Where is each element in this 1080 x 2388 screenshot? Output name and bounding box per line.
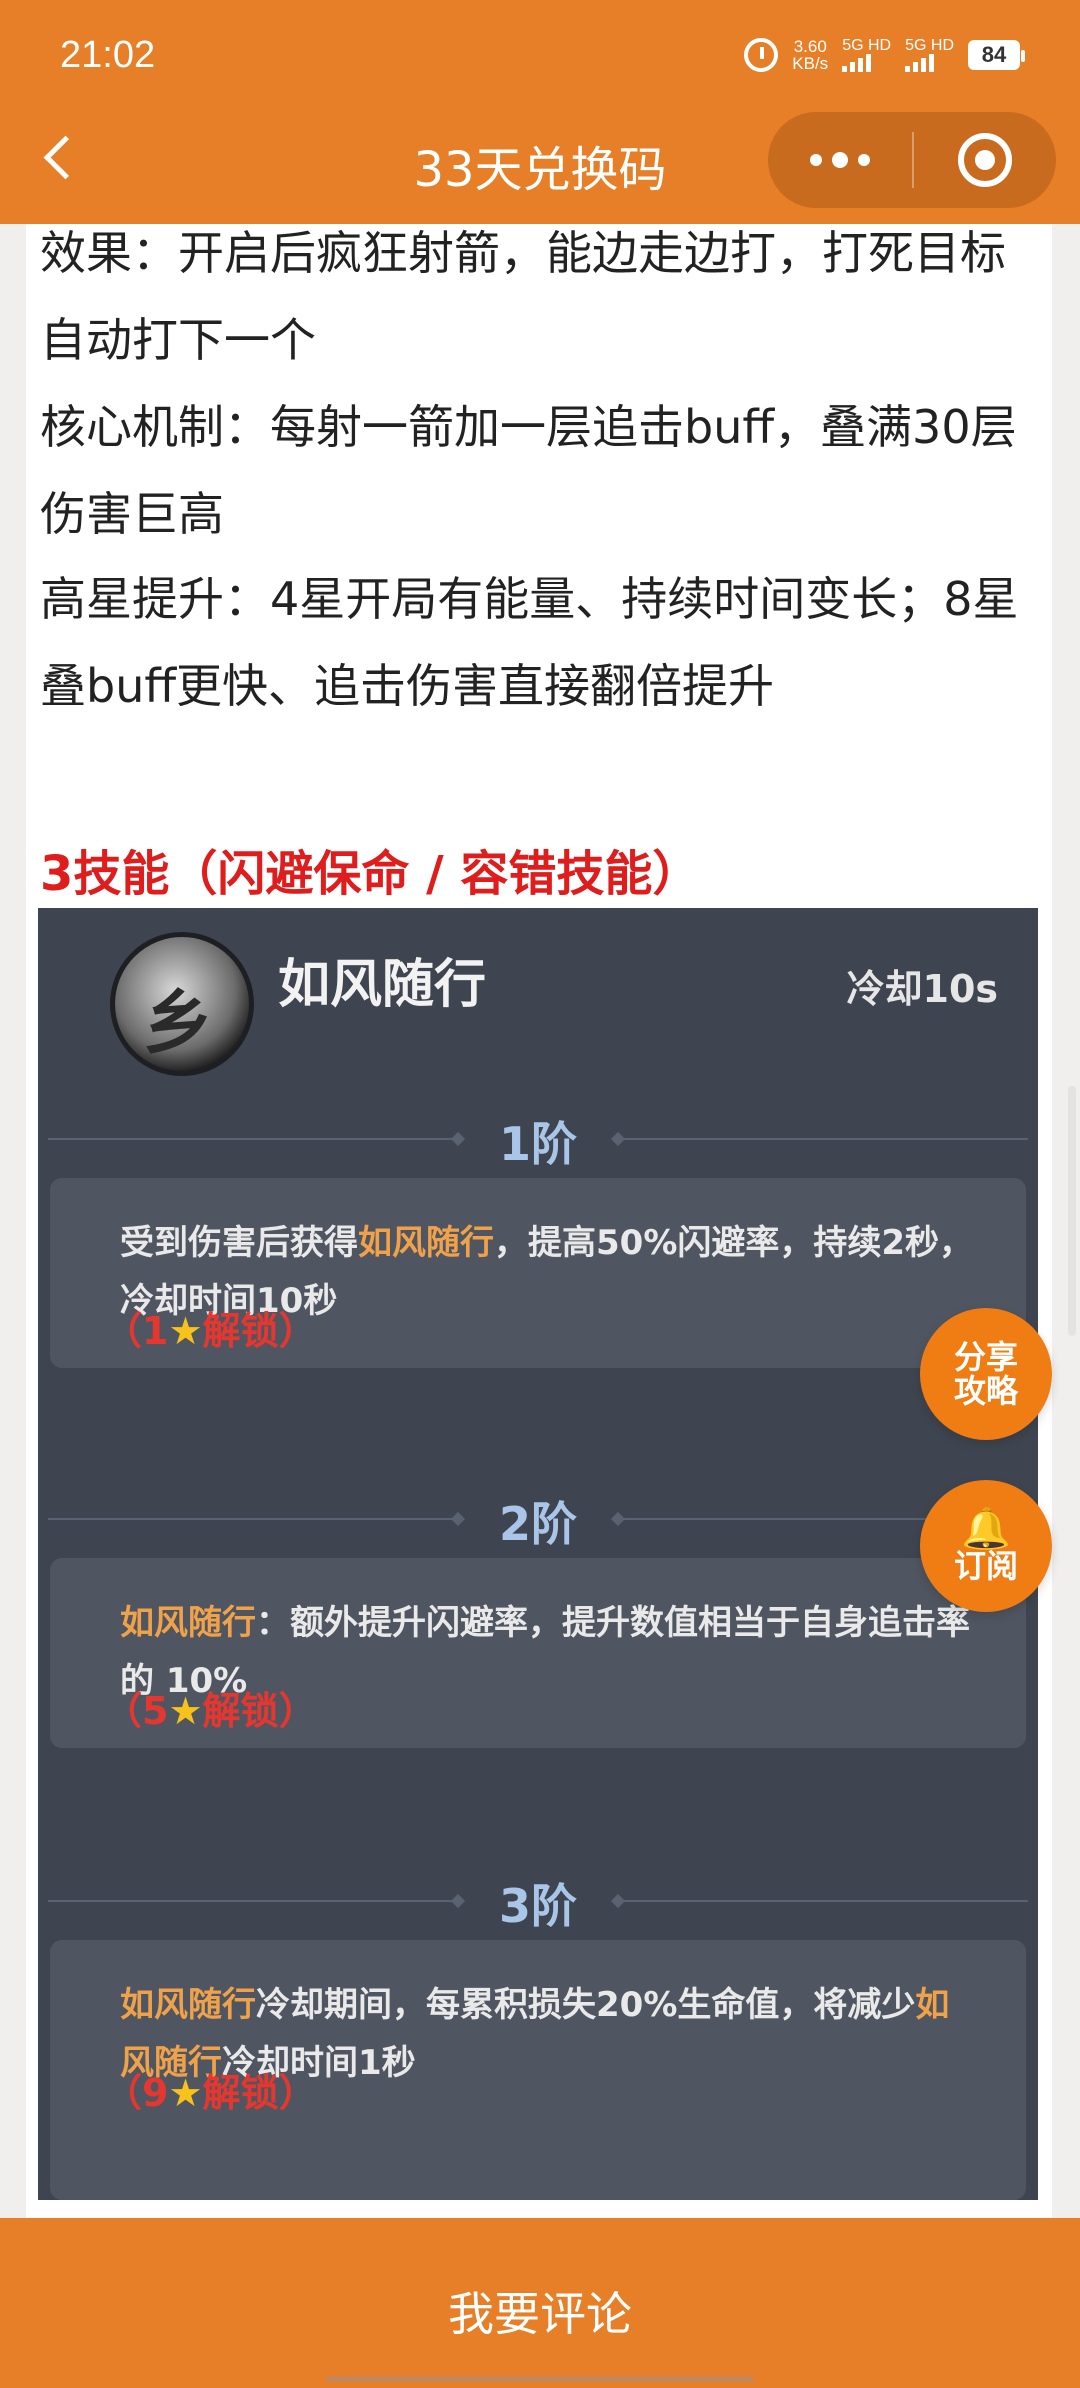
home-indicator[interactable] bbox=[326, 2376, 754, 2382]
tier-label: 3阶 bbox=[498, 1879, 577, 1933]
more-dot-icon bbox=[858, 154, 870, 166]
more-dot-icon bbox=[810, 154, 822, 166]
comment-button[interactable]: 我要评论 bbox=[0, 2278, 1080, 2344]
subscribe-label: 订阅 bbox=[953, 1547, 1018, 1585]
star-icon: ★ bbox=[168, 2071, 203, 2115]
speed-value: 3.60 bbox=[793, 37, 827, 56]
signal-2: 5G HD bbox=[905, 38, 954, 72]
subscribe-button[interactable]: 🔔 订阅 bbox=[920, 1480, 1052, 1612]
section-title: 3技能（闪避保命 / 容错技能） bbox=[40, 846, 701, 902]
signal-bars-icon bbox=[905, 54, 935, 72]
status-time: 21:02 bbox=[60, 34, 156, 76]
paragraph-upgrade: 高星提升：4星开局有能量、持续时间变长；8星叠buff更快、追击伤害直接翻倍提升 bbox=[40, 572, 1019, 713]
status-icons: 3.60 KB/s 5G HD 5G HD 84 bbox=[744, 38, 1025, 72]
star-icon: ★ bbox=[168, 1689, 203, 1733]
tier-label: 1阶 bbox=[498, 1117, 577, 1171]
battery-icon: 84 bbox=[968, 40, 1025, 70]
more-button[interactable] bbox=[768, 112, 912, 208]
unlock-requirement: （9★解锁） bbox=[104, 2071, 317, 2115]
share-guide-button[interactable]: 分享 攻略 bbox=[920, 1308, 1052, 1440]
share-label-2: 攻略 bbox=[953, 1372, 1018, 1410]
unlock-requirement: （1★解锁） bbox=[104, 1309, 317, 1353]
unlock-requirement: （5★解锁） bbox=[104, 1689, 317, 1733]
skill-icon: 乡 bbox=[110, 932, 254, 1076]
target-icon bbox=[958, 133, 1012, 187]
network-speed: 3.60 KB/s bbox=[792, 38, 828, 72]
network-label-2: 5G HD bbox=[905, 37, 954, 54]
footer-bar: 我要评论 bbox=[0, 2218, 1080, 2388]
share-label-1: 分享 bbox=[953, 1338, 1018, 1376]
alarm-icon bbox=[744, 38, 779, 72]
scrollbar[interactable] bbox=[1068, 1086, 1076, 1336]
bell-icon: 🔔 bbox=[961, 1506, 1011, 1552]
tier-label: 2阶 bbox=[498, 1497, 577, 1551]
signal-bars-icon bbox=[842, 54, 872, 72]
signal-1: 5G HD bbox=[842, 38, 891, 72]
paragraph-core: 核心机制：每射一箭加一层追击buff，叠满30层伤害巨高 bbox=[40, 400, 1017, 541]
tier-header-3: 3阶 bbox=[38, 1870, 1038, 1933]
tier-header-1: 1阶 bbox=[38, 1108, 1038, 1171]
network-label-1: 5G HD bbox=[842, 37, 892, 54]
more-dot-icon bbox=[832, 152, 848, 168]
paragraph-effect: 效果：开启后疯狂射箭，能边走边打，打死目标自动打下一个 bbox=[40, 226, 1006, 367]
close-miniapp-button[interactable] bbox=[914, 112, 1056, 208]
star-icon: ★ bbox=[168, 1309, 203, 1353]
skill-name: 如风随行 bbox=[278, 955, 487, 1015]
skill-cooldown: 冷却10s bbox=[846, 967, 999, 1011]
skill-image: 乡 如风随行 冷却10s 1阶 受到伤害后获得如风随行，提高50%闪避率，持续2… bbox=[38, 908, 1038, 2200]
speed-unit: KB/s bbox=[792, 54, 829, 73]
tier-header-2: 2阶 bbox=[38, 1488, 1038, 1551]
article-content: 效果：开启后疯狂射箭，能边走边打，打死目标自动打下一个 核心机制：每射一箭加一层… bbox=[26, 224, 1052, 2218]
miniapp-capsule bbox=[768, 112, 1056, 208]
top-bar: 21:02 3.60 KB/s 5G HD 5G HD 84 33天兑换码 bbox=[0, 0, 1080, 224]
